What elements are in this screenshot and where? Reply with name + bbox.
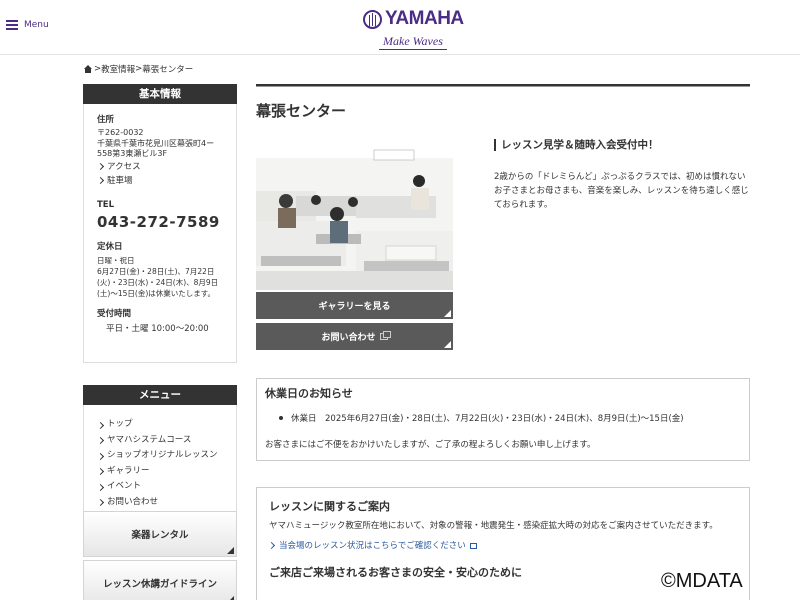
classroom-photo-image [256, 136, 453, 290]
breadcrumb-separator: > [94, 64, 102, 74]
menu-item-event[interactable]: イベント [97, 479, 226, 495]
breadcrumb-link-classroom-info[interactable]: 教室情報 [101, 63, 135, 75]
menu-item-top[interactable]: トップ [97, 417, 226, 433]
logo-text: YAMAHA [385, 8, 464, 29]
site-header: Menu YAMAHA Make Waves [0, 0, 800, 55]
title-rule [256, 84, 750, 87]
main-content: 幕張センター ギャラリーを見る お問い合わせ レッスン見学＆随時入会受付中！ 2… [256, 84, 750, 600]
external-link-icon [469, 543, 477, 549]
lesson-status-link[interactable]: 当会場のレッスン状況はこちらでご確認ください [269, 539, 477, 551]
holiday-notice-text: お客さまにはご不便をおかけいたしますが、ご了承の程よろしくお願い申し上げます。 [265, 440, 596, 450]
parking-link[interactable]: 駐車場 [97, 174, 226, 188]
closed-note-1: 6月27日(金)・28日(土)、7月22日 [97, 266, 215, 276]
closed-days: 日曜・祝日 [97, 255, 135, 265]
menu-label: Menu [24, 20, 49, 30]
address-line-2: 558第3東瀬ビル3F [97, 149, 168, 158]
tel-number[interactable]: 043-272-7589 [97, 213, 226, 231]
corner-arrow-icon [227, 547, 234, 554]
tel-label: TEL [97, 199, 115, 210]
basic-info-title: 基本情報 [83, 84, 237, 104]
menu-title: メニュー [83, 385, 237, 405]
closed-note-3: (土)〜15日(金)は休業いたします。 [97, 288, 215, 298]
corner-arrow-icon [444, 341, 451, 348]
contact-button-label: お問い合わせ [321, 333, 376, 343]
hours-value: 平日・土曜 10:00〜20:00 [106, 323, 209, 334]
gallery-button-label: ギャラリーを見る [318, 302, 391, 312]
classroom-photo [256, 136, 453, 290]
gallery-button[interactable]: ギャラリーを見る [256, 292, 453, 319]
watermark: ©MDATA [661, 570, 743, 592]
corner-arrow-icon [444, 310, 451, 317]
home-icon[interactable] [84, 65, 92, 73]
yamaha-logo[interactable]: YAMAHA Make Waves [363, 8, 468, 50]
breadcrumb: > 教室情報 > 幕張センター [84, 63, 193, 75]
holiday-notice-heading: 休業日のお知らせ [265, 387, 353, 400]
closed-note-2: (火)・23日(水)・24日(木)、8月9日 [97, 277, 219, 287]
basic-info-box: 住所 〒262-0032 千葉県千葉市花見川区幕張町4ー 558第3東瀬ビル3F… [83, 104, 237, 363]
instrument-rental-label: 楽器レンタル [131, 530, 189, 541]
menu-button[interactable]: Menu [6, 20, 49, 30]
hours-label: 受付時間 [97, 308, 132, 319]
address-label: 住所 [97, 115, 115, 125]
access-link[interactable]: アクセス [97, 160, 226, 174]
sidebar: 基本情報 住所 〒262-0032 千葉県千葉市花見川区幕張町4ー 558第3東… [83, 84, 237, 538]
external-window-icon [379, 331, 391, 340]
address-postal: 〒262-0032 [97, 128, 144, 137]
logo-tagline: Make Waves [379, 34, 447, 50]
instrument-rental-button[interactable]: 楽器レンタル [83, 511, 237, 557]
breadcrumb-separator: > [135, 64, 143, 74]
tuning-fork-logo-icon [363, 9, 382, 29]
lesson-status-link-text: 当会場のレッスン状況はこちらでご確認ください [279, 541, 466, 551]
holiday-notice-box: 休業日のお知らせ 休業日 2025年6月27日(金)・28日(土)、7月22日(… [256, 378, 750, 461]
menu-item-gallery[interactable]: ギャラリー [97, 464, 226, 480]
hamburger-icon [6, 20, 18, 30]
lesson-text: 2歳からの「ドレミらんど」ぷっぷるクラスでは、初めは慣れないお子さまとお母さまも… [494, 172, 749, 210]
lesson-guide-text: ヤマハミュージック教室所在地において、対象の警報・地震発生・感染症拡大時の対応を… [269, 521, 718, 531]
lesson-heading: レッスン見学＆随時入会受付中！ [494, 139, 659, 151]
corner-arrow-icon [227, 596, 234, 600]
breadcrumb-current: 幕張センター [142, 65, 194, 75]
lesson-guide-heading: レッスンに関するご案内 [269, 500, 390, 513]
contact-button[interactable]: お問い合わせ [256, 323, 453, 350]
lesson-guideline-button[interactable]: レッスン休講ガイドライン [83, 560, 237, 600]
address-line-1: 千葉県千葉市花見川区幕張町4ー [97, 138, 215, 148]
closed-label: 定休日 [97, 241, 123, 252]
menu-item-contact[interactable]: お問い合わせ [97, 495, 226, 511]
page-title: 幕張センター [256, 102, 347, 120]
lesson-guideline-label: レッスン休講ガイドライン [102, 579, 217, 590]
menu-item-system-course[interactable]: ヤマハシステムコース [97, 433, 226, 449]
menu-item-original-lesson[interactable]: ショップオリジナルレッスン [97, 448, 226, 464]
holiday-notice-item: 休業日 2025年6月27日(金)・28日(土)、7月22日(火)・23日(水)… [265, 412, 741, 424]
